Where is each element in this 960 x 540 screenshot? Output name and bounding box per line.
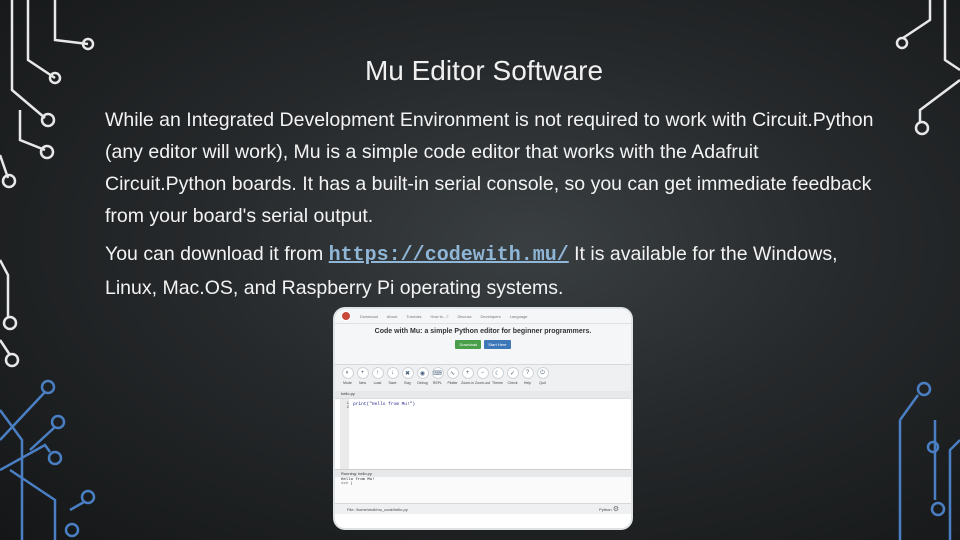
debug-icon: ◉ [416,367,429,379]
tool-label: Plotter [447,381,458,385]
mode-icon: ◐ [341,367,354,379]
tool-debug[interactable]: ◉ Debug [416,367,429,391]
download-button[interactable]: Download [455,340,482,349]
bug-icon: ✖ [401,367,414,379]
tool-label: Save [388,381,397,385]
tool-label: New [358,381,366,385]
tool-load[interactable]: ↑ Load [371,367,384,391]
code-line: print("Hello from Mu!") [353,402,416,407]
tool-label: Bug [404,381,411,385]
nav-item[interactable]: Tutorials [406,314,421,319]
tool-label: Zoom-out [475,381,490,385]
nav-item[interactable]: Developers [480,314,500,319]
website-hero: Code with Mu: a simple Python editor for… [335,324,631,364]
theme-icon: ☾ [491,367,504,379]
zoom-in-icon: + [461,367,474,379]
tool-label: REPL [432,381,443,385]
tool-plotter[interactable]: ∿ Plotter [446,367,459,391]
code-editor[interactable]: 1 2 print("Hello from Mu!") [335,398,631,472]
tool-label: Check [507,381,518,385]
mu-logo-icon [341,311,351,321]
editor-toolbar: ◐ Mode + New ↑ Load ↓ Save ✖ Bug ◉ Debug ⌨ REPL… [335,364,631,391]
mu-editor-screenshot: Download About Tutorials How to...? Disc… [335,309,631,528]
zoom-out-icon: − [476,367,489,379]
tool-save[interactable]: ↓ Save [386,367,399,391]
status-path: File: /home/ntoll/mu_code/hello.py [347,506,408,512]
tool-check[interactable]: ✓ Check [506,367,519,391]
hero-title: Code with Mu: a simple Python editor for… [374,328,592,335]
tool-label: Debug [417,381,428,385]
line-numbers: 1 2 [340,399,349,472]
quit-icon: ⏻ [536,367,549,379]
file-tab[interactable]: hello.py [335,391,631,398]
nav-item[interactable]: About [387,314,397,319]
download-link[interactable]: https://codewith.mu/ [329,244,569,267]
tool-bug[interactable]: ✖ Bug [401,367,414,391]
plotter-icon: ∿ [446,367,459,379]
tool-new[interactable]: + New [356,367,369,391]
tool-label: Help [523,381,532,385]
status-mode: Python [599,507,612,512]
tool-zoom-out[interactable]: − Zoom-out [475,367,490,391]
gear-icon[interactable]: ⚙ [613,506,619,513]
paragraph-intro: While an Integrated Development Environm… [105,109,874,227]
tool-help[interactable]: ? Help [521,367,534,391]
nav-item[interactable]: Discuss [457,314,471,319]
check-icon: ✓ [506,367,519,379]
repl-icon: ⌨ [431,367,444,379]
status-bar: File: /home/ntoll/mu_code/hello.py Pytho… [335,503,631,514]
nav-item[interactable]: Download [360,314,378,319]
tool-label: Zoom-in [461,381,474,385]
tool-label: Mode [343,381,352,385]
tool-zoom-in[interactable]: + Zoom-in [461,367,474,391]
help-icon: ? [521,367,534,379]
tool-theme[interactable]: ☾ Theme [491,367,504,391]
tool-label: Load [373,381,382,385]
tool-quit[interactable]: ⏻ Quit [536,367,549,391]
save-icon: ↓ [386,367,399,379]
serial-console[interactable]: Running: hello.py Hello from Mu! >>> | F… [335,469,631,514]
nav-item[interactable]: How to...? [430,314,448,319]
website-nav: Download About Tutorials How to...? Disc… [335,309,631,324]
tool-repl[interactable]: ⌨ REPL [431,367,444,391]
console-output: Hello from Mu! >>> | [341,478,375,486]
download-text-before: You can download it from [105,243,329,265]
slide-title: Mu Editor Software [364,55,604,86]
load-icon: ↑ [371,367,384,379]
slide-body: While an Integrated Development Environm… [105,104,885,304]
console-header: Running: hello.py [335,470,631,477]
tool-mode[interactable]: ◐ Mode [341,367,354,391]
tool-label: Quit [539,381,546,385]
start-here-button[interactable]: Start Here [484,340,511,349]
nav-item[interactable]: Language [510,314,528,319]
paragraph-download: You can download it from https://codewit… [105,238,885,304]
tool-label: Theme [492,381,503,385]
new-icon: + [356,367,369,379]
